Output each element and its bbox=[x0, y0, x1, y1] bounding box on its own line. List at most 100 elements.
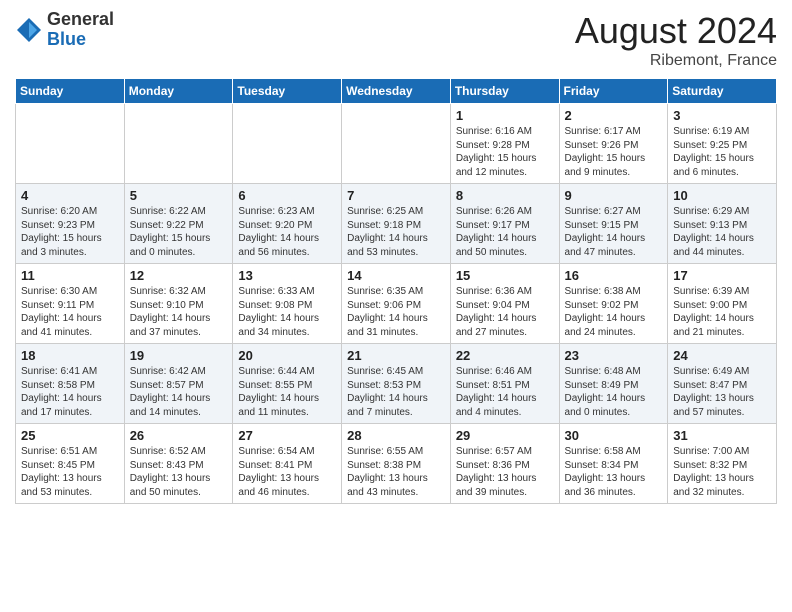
calendar-week-row: 4 Sunrise: 6:20 AM Sunset: 9:23 PM Daylig… bbox=[16, 184, 777, 264]
day-info: Sunrise: 6:23 AM Sunset: 9:20 PM Dayligh… bbox=[238, 205, 336, 259]
day-info: Sunrise: 6:32 AM Sunset: 9:10 PM Dayligh… bbox=[130, 285, 228, 339]
day-info: Sunrise: 6:27 AM Sunset: 9:15 PM Dayligh… bbox=[565, 205, 663, 259]
day-number: 24 bbox=[673, 348, 771, 363]
day-info: Sunrise: 6:29 AM Sunset: 9:13 PM Dayligh… bbox=[673, 205, 771, 259]
day-info: Sunrise: 6:55 AM Sunset: 8:38 PM Dayligh… bbox=[347, 445, 445, 499]
day-info: Sunrise: 6:20 AM Sunset: 9:23 PM Dayligh… bbox=[21, 205, 119, 259]
day-info: Sunrise: 6:58 AM Sunset: 8:34 PM Dayligh… bbox=[565, 445, 663, 499]
calendar-cell: 9 Sunrise: 6:27 AM Sunset: 9:15 PM Daylig… bbox=[559, 184, 668, 264]
day-info: Sunrise: 6:22 AM Sunset: 9:22 PM Dayligh… bbox=[130, 205, 228, 259]
day-info: Sunrise: 6:35 AM Sunset: 9:06 PM Dayligh… bbox=[347, 285, 445, 339]
day-info: Sunrise: 6:41 AM Sunset: 8:58 PM Dayligh… bbox=[21, 365, 119, 419]
day-info: Sunrise: 6:54 AM Sunset: 8:41 PM Dayligh… bbox=[238, 445, 336, 499]
day-info: Sunrise: 6:33 AM Sunset: 9:08 PM Dayligh… bbox=[238, 285, 336, 339]
day-info: Sunrise: 6:39 AM Sunset: 9:00 PM Dayligh… bbox=[673, 285, 771, 339]
day-number: 13 bbox=[238, 268, 336, 283]
calendar-cell bbox=[16, 104, 125, 184]
calendar-cell: 7 Sunrise: 6:25 AM Sunset: 9:18 PM Daylig… bbox=[342, 184, 451, 264]
calendar-cell: 3 Sunrise: 6:19 AM Sunset: 9:25 PM Daylig… bbox=[668, 104, 777, 184]
calendar-cell: 10 Sunrise: 6:29 AM Sunset: 9:13 PM Dayli… bbox=[668, 184, 777, 264]
calendar-cell: 26Sunrise: 6:52 AM Sunset: 8:43 PM Dayli… bbox=[124, 424, 233, 504]
calendar-cell bbox=[342, 104, 451, 184]
calendar-cell: 17 Sunrise: 6:39 AM Sunset: 9:00 PM Dayli… bbox=[668, 264, 777, 344]
day-number: 8 bbox=[456, 188, 554, 203]
day-number: 19 bbox=[130, 348, 228, 363]
calendar-cell: 30 Sunrise: 6:58 AM Sunset: 8:34 PM Dayli… bbox=[559, 424, 668, 504]
day-info: Sunrise: 6:44 AM Sunset: 8:55 PM Dayligh… bbox=[238, 365, 336, 419]
weekday-header: Sunday bbox=[16, 79, 125, 104]
calendar-cell bbox=[233, 104, 342, 184]
calendar-cell: 6Sunrise: 6:23 AM Sunset: 9:20 PM Daylig… bbox=[233, 184, 342, 264]
day-info: Sunrise: 6:36 AM Sunset: 9:04 PM Dayligh… bbox=[456, 285, 554, 339]
day-info: Sunrise: 6:51 AM Sunset: 8:45 PM Dayligh… bbox=[21, 445, 119, 499]
day-number: 22 bbox=[456, 348, 554, 363]
calendar-week-row: 11Sunrise: 6:30 AM Sunset: 9:11 PM Dayli… bbox=[16, 264, 777, 344]
day-number: 15 bbox=[456, 268, 554, 283]
title-area: August 2024 Ribemont, France bbox=[575, 10, 777, 70]
calendar-cell: 27 Sunrise: 6:54 AM Sunset: 8:41 PM Dayli… bbox=[233, 424, 342, 504]
calendar-cell: 28 Sunrise: 6:55 AM Sunset: 8:38 PM Dayli… bbox=[342, 424, 451, 504]
weekday-header: Friday bbox=[559, 79, 668, 104]
day-info: Sunrise: 6:30 AM Sunset: 9:11 PM Dayligh… bbox=[21, 285, 119, 339]
day-number: 29 bbox=[456, 428, 554, 443]
day-number: 12 bbox=[130, 268, 228, 283]
calendar-table: SundayMondayTuesdayWednesdayThursdayFrid… bbox=[15, 78, 777, 504]
logo-text: General Blue bbox=[47, 10, 114, 50]
day-number: 10 bbox=[673, 188, 771, 203]
day-info: Sunrise: 6:45 AM Sunset: 8:53 PM Dayligh… bbox=[347, 365, 445, 419]
day-number: 28 bbox=[347, 428, 445, 443]
logo-general-text: General bbox=[47, 10, 114, 30]
day-number: 30 bbox=[565, 428, 663, 443]
month-title: August 2024 bbox=[575, 10, 777, 52]
day-info: Sunrise: 6:48 AM Sunset: 8:49 PM Dayligh… bbox=[565, 365, 663, 419]
calendar-cell: 1Sunrise: 6:16 AM Sunset: 9:28 PM Daylig… bbox=[450, 104, 559, 184]
calendar-week-row: 25 Sunrise: 6:51 AM Sunset: 8:45 PM Dayli… bbox=[16, 424, 777, 504]
day-number: 7 bbox=[347, 188, 445, 203]
calendar-cell: 22 Sunrise: 6:46 AM Sunset: 8:51 PM Dayli… bbox=[450, 344, 559, 424]
day-number: 2 bbox=[565, 108, 663, 123]
calendar-cell: 23 Sunrise: 6:48 AM Sunset: 8:49 PM Dayli… bbox=[559, 344, 668, 424]
calendar-cell: 14Sunrise: 6:35 AM Sunset: 9:06 PM Dayli… bbox=[342, 264, 451, 344]
calendar-cell: 24 Sunrise: 6:49 AM Sunset: 8:47 PM Dayli… bbox=[668, 344, 777, 424]
day-number: 1 bbox=[456, 108, 554, 123]
calendar-cell: 25 Sunrise: 6:51 AM Sunset: 8:45 PM Dayli… bbox=[16, 424, 125, 504]
day-info: Sunrise: 6:57 AM Sunset: 8:36 PM Dayligh… bbox=[456, 445, 554, 499]
day-info: Sunrise: 6:42 AM Sunset: 8:57 PM Dayligh… bbox=[130, 365, 228, 419]
page-header: General Blue August 2024 Ribemont, Franc… bbox=[15, 10, 777, 70]
day-info: Sunrise: 6:46 AM Sunset: 8:51 PM Dayligh… bbox=[456, 365, 554, 419]
day-number: 17 bbox=[673, 268, 771, 283]
day-number: 25 bbox=[21, 428, 119, 443]
day-info: Sunrise: 6:25 AM Sunset: 9:18 PM Dayligh… bbox=[347, 205, 445, 259]
day-number: 9 bbox=[565, 188, 663, 203]
calendar-cell bbox=[124, 104, 233, 184]
calendar-cell: 4 Sunrise: 6:20 AM Sunset: 9:23 PM Daylig… bbox=[16, 184, 125, 264]
day-number: 27 bbox=[238, 428, 336, 443]
weekday-header: Tuesday bbox=[233, 79, 342, 104]
day-info: Sunrise: 6:49 AM Sunset: 8:47 PM Dayligh… bbox=[673, 365, 771, 419]
logo-blue-text: Blue bbox=[47, 30, 114, 50]
calendar-cell: 8Sunrise: 6:26 AM Sunset: 9:17 PM Daylig… bbox=[450, 184, 559, 264]
calendar-cell: 21Sunrise: 6:45 AM Sunset: 8:53 PM Dayli… bbox=[342, 344, 451, 424]
day-info: Sunrise: 7:00 AM Sunset: 8:32 PM Dayligh… bbox=[673, 445, 771, 499]
day-number: 4 bbox=[21, 188, 119, 203]
calendar-cell: 18Sunrise: 6:41 AM Sunset: 8:58 PM Dayli… bbox=[16, 344, 125, 424]
day-info: Sunrise: 6:19 AM Sunset: 9:25 PM Dayligh… bbox=[673, 125, 771, 179]
logo: General Blue bbox=[15, 10, 114, 50]
day-number: 31 bbox=[673, 428, 771, 443]
calendar-cell: 12 Sunrise: 6:32 AM Sunset: 9:10 PM Dayli… bbox=[124, 264, 233, 344]
logo-icon bbox=[15, 16, 43, 44]
calendar-cell: 19 Sunrise: 6:42 AM Sunset: 8:57 PM Dayli… bbox=[124, 344, 233, 424]
calendar-week-row: 18Sunrise: 6:41 AM Sunset: 8:58 PM Dayli… bbox=[16, 344, 777, 424]
day-number: 3 bbox=[673, 108, 771, 123]
weekday-header: Wednesday bbox=[342, 79, 451, 104]
calendar-cell: 11Sunrise: 6:30 AM Sunset: 9:11 PM Dayli… bbox=[16, 264, 125, 344]
calendar-cell: 13 Sunrise: 6:33 AM Sunset: 9:08 PM Dayli… bbox=[233, 264, 342, 344]
day-number: 23 bbox=[565, 348, 663, 363]
weekday-header: Monday bbox=[124, 79, 233, 104]
calendar-cell: 5 Sunrise: 6:22 AM Sunset: 9:22 PM Daylig… bbox=[124, 184, 233, 264]
day-number: 20 bbox=[238, 348, 336, 363]
calendar-cell: 16Sunrise: 6:38 AM Sunset: 9:02 PM Dayli… bbox=[559, 264, 668, 344]
header-row: SundayMondayTuesdayWednesdayThursdayFrid… bbox=[16, 79, 777, 104]
calendar-cell: 2Sunrise: 6:17 AM Sunset: 9:26 PM Daylig… bbox=[559, 104, 668, 184]
day-number: 5 bbox=[130, 188, 228, 203]
